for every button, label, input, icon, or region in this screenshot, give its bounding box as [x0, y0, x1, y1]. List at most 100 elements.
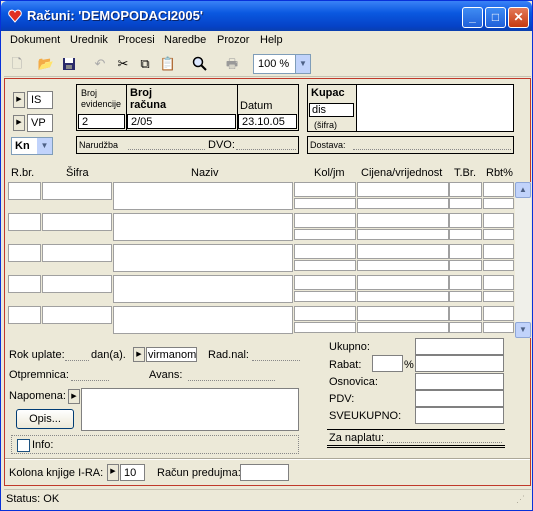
grid-cell[interactable]: [294, 198, 356, 209]
grid-cell[interactable]: [42, 182, 112, 200]
grid-cell[interactable]: [357, 322, 449, 333]
nacin-placanja-field[interactable]: virmanom: [146, 347, 197, 362]
napomena-field[interactable]: [81, 388, 299, 431]
otpremnica-field[interactable]: [71, 380, 109, 381]
napomena-button[interactable]: ▶: [68, 389, 80, 404]
grid-cell[interactable]: [357, 260, 449, 271]
print-icon[interactable]: 🖶: [222, 54, 242, 74]
menu-dokument[interactable]: Dokument: [10, 34, 60, 46]
avans-field[interactable]: [188, 380, 275, 381]
save-icon[interactable]: [59, 54, 79, 74]
currency-select[interactable]: Kn ▼: [11, 137, 53, 155]
grid-cell[interactable]: [42, 213, 112, 231]
grid-cell[interactable]: [357, 275, 449, 290]
grid-cell[interactable]: [8, 182, 41, 200]
grid-cell[interactable]: [294, 260, 356, 271]
grid-cell[interactable]: [483, 275, 514, 290]
grid-cell[interactable]: [42, 306, 112, 324]
grid-cell[interactable]: [42, 244, 112, 262]
grid-cell[interactable]: [483, 182, 514, 197]
grid-cell[interactable]: [449, 182, 482, 197]
grid-cell[interactable]: [449, 244, 482, 259]
grid-cell[interactable]: [42, 275, 112, 293]
minimize-button[interactable]: _: [462, 7, 483, 28]
nacin-placanja-button[interactable]: ▶: [133, 347, 145, 362]
rabat-percent-field[interactable]: [372, 355, 403, 372]
grid-cell[interactable]: [449, 275, 482, 290]
kolona-button[interactable]: ▶: [107, 464, 119, 481]
menu-prozor[interactable]: Prozor: [217, 34, 249, 46]
grid-cell[interactable]: [483, 291, 514, 302]
grid-cell[interactable]: [294, 322, 356, 333]
grid-cell[interactable]: [294, 275, 356, 290]
grid-cell[interactable]: [449, 213, 482, 228]
grid-cell[interactable]: [294, 229, 356, 240]
grid-cell[interactable]: [449, 306, 482, 321]
maximize-button[interactable]: □: [485, 7, 506, 28]
narudzba-field[interactable]: [128, 149, 205, 150]
grid-cell[interactable]: [113, 275, 293, 303]
grid-cell[interactable]: [449, 322, 482, 333]
grid-cell[interactable]: [357, 229, 449, 240]
copy-icon[interactable]: ⧉: [135, 54, 155, 74]
kupac-sifra-field[interactable]: dis: [309, 103, 354, 117]
grid-cell[interactable]: [357, 198, 449, 209]
scroll-up-icon[interactable]: ▲: [515, 182, 531, 198]
type2-field[interactable]: VP: [27, 114, 53, 132]
grid-cell[interactable]: [483, 229, 514, 240]
grid-cell[interactable]: [294, 213, 356, 228]
grid-cell[interactable]: [113, 244, 293, 272]
grid-cell[interactable]: [449, 260, 482, 271]
rad-nal-field[interactable]: [252, 360, 300, 361]
grid-cell[interactable]: [8, 306, 41, 324]
grid-cell[interactable]: [483, 213, 514, 228]
paste-icon[interactable]: 📋: [158, 54, 178, 74]
grid-cell[interactable]: [113, 213, 293, 241]
cut-icon[interactable]: ✂: [113, 54, 133, 74]
type1-button[interactable]: ▶: [13, 92, 25, 108]
menu-urednik[interactable]: Urednik: [70, 34, 108, 46]
grid-cell[interactable]: [8, 213, 41, 231]
info-checkbox[interactable]: [17, 439, 30, 452]
grid-cell[interactable]: [8, 244, 41, 262]
datum-field[interactable]: 23.10.05: [238, 114, 297, 129]
type2-button[interactable]: ▶: [13, 115, 25, 131]
rok-uplate-field[interactable]: [65, 360, 89, 361]
broj-evidencije-field[interactable]: 2: [78, 114, 125, 129]
kupac-name-field[interactable]: [357, 85, 513, 131]
grid-cell[interactable]: [449, 229, 482, 240]
kolona-field[interactable]: 10: [120, 464, 145, 481]
grid-cell[interactable]: [483, 244, 514, 259]
menu-help[interactable]: Help: [260, 34, 283, 46]
grid-cell[interactable]: [357, 306, 449, 321]
menu-naredbe[interactable]: Naredbe: [164, 34, 206, 46]
open-folder-icon[interactable]: 📂: [36, 54, 56, 74]
grid-cell[interactable]: [449, 291, 482, 302]
undo-icon[interactable]: ↶: [90, 54, 110, 74]
grid-cell[interactable]: [357, 244, 449, 259]
grid-cell[interactable]: [483, 306, 514, 321]
opis-button[interactable]: Opis...: [16, 409, 74, 429]
type1-field[interactable]: IS: [27, 91, 53, 109]
dvo-field[interactable]: [236, 149, 296, 150]
grid-cell[interactable]: [294, 291, 356, 302]
grid-cell[interactable]: [357, 291, 449, 302]
grid-cell[interactable]: [449, 198, 482, 209]
broj-racuna-field[interactable]: 2/05: [127, 114, 236, 129]
grid-cell[interactable]: [113, 306, 293, 334]
zoom-select[interactable]: 100 % ▼: [253, 54, 311, 74]
grid-cell[interactable]: [483, 322, 514, 333]
find-icon[interactable]: [190, 54, 210, 74]
new-doc-icon[interactable]: 🗋: [7, 54, 27, 74]
dostava-field[interactable]: [353, 149, 511, 150]
grid-cell[interactable]: [8, 275, 41, 293]
scroll-down-icon[interactable]: ▼: [515, 322, 531, 338]
grid-cell[interactable]: [357, 213, 449, 228]
menu-procesi[interactable]: Procesi: [118, 34, 155, 46]
close-button[interactable]: ✕: [508, 7, 529, 28]
grid-cell[interactable]: [294, 306, 356, 321]
grid-cell[interactable]: [483, 260, 514, 271]
grid-cell[interactable]: [357, 182, 449, 197]
grid-scrollbar[interactable]: ▲ ▼: [515, 182, 531, 338]
grid-cell[interactable]: [294, 182, 356, 197]
